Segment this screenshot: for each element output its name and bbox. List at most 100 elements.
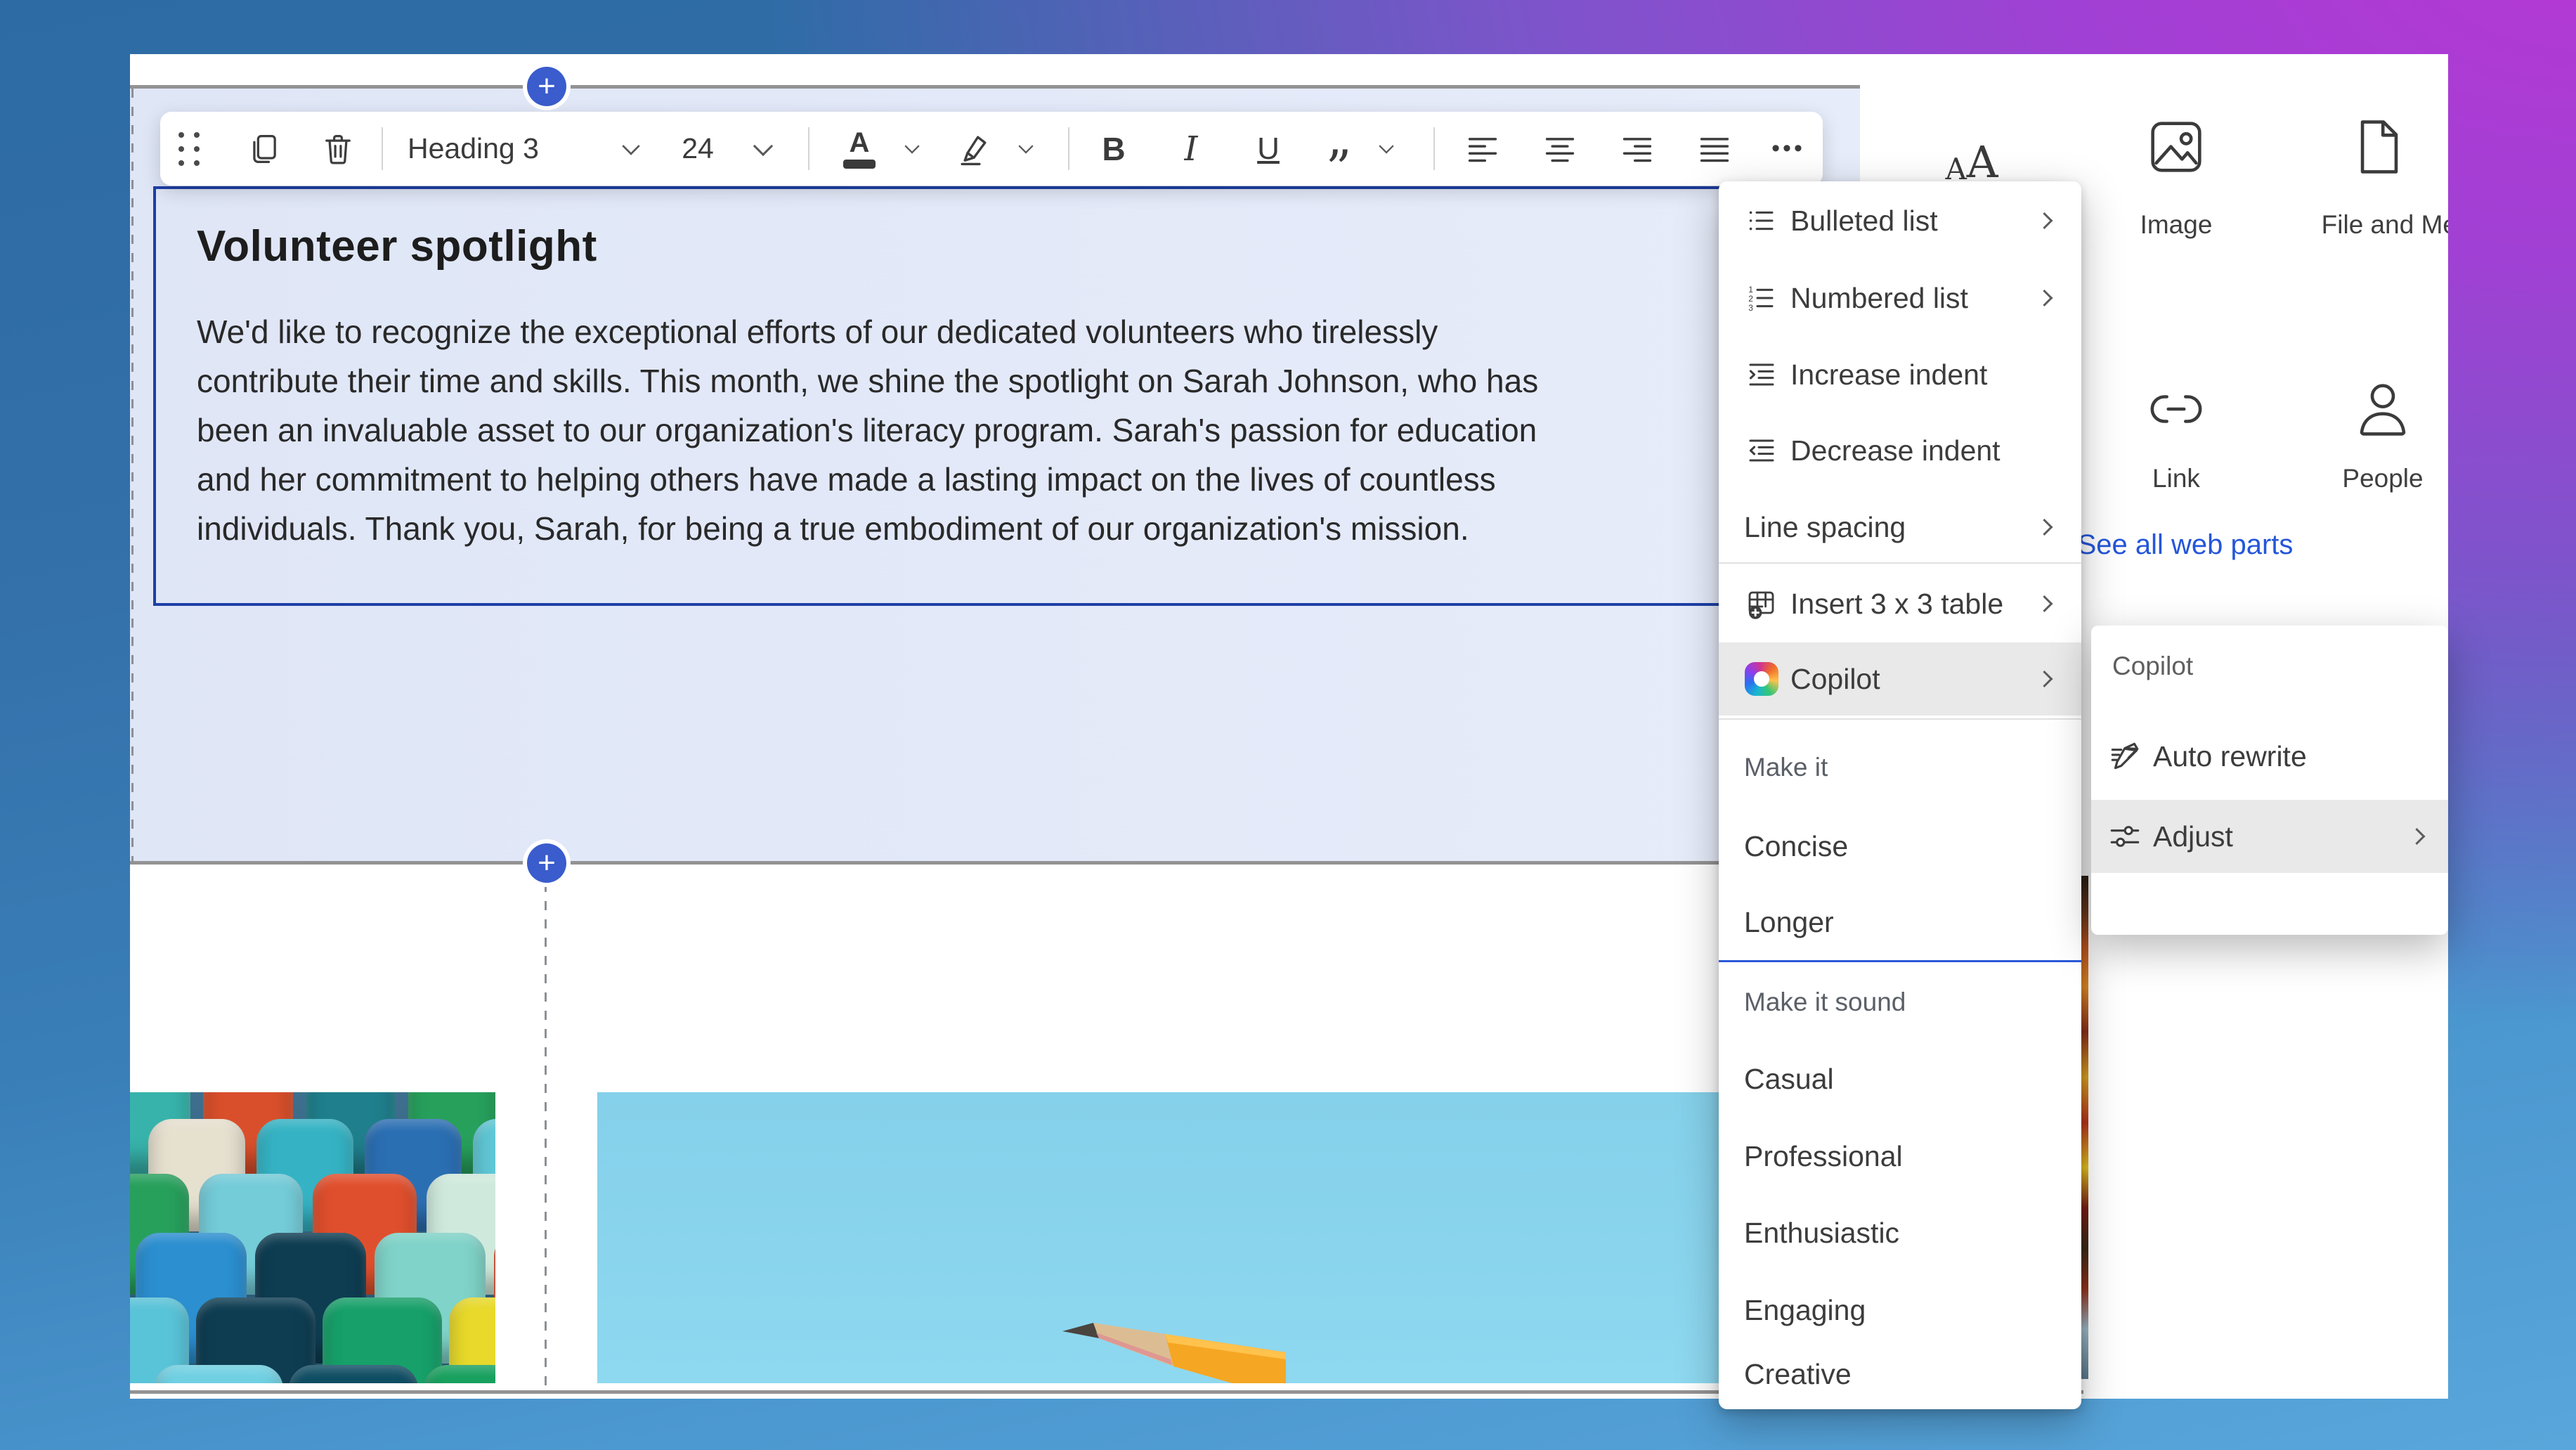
font-size-chevron[interactable] [749, 112, 777, 186]
bold-button[interactable]: B [1089, 112, 1138, 186]
menu-item-enthusiastic[interactable]: Enthusiastic [1719, 1199, 2081, 1267]
blockquote-button[interactable]: ” [1314, 112, 1363, 205]
drag-handle[interactable] [169, 112, 209, 186]
align-left-button[interactable] [1458, 112, 1507, 186]
svg-text:2: 2 [1748, 294, 1753, 304]
submenu-header-copilot: Copilot [2112, 644, 2193, 689]
menu-item-engaging[interactable]: Engaging [1719, 1276, 2081, 1344]
style-dropdown[interactable]: Heading 3 [408, 112, 618, 186]
pencil-illustration [1061, 1316, 1286, 1383]
menu-item-line-spacing[interactable]: Line spacing [1719, 493, 2081, 561]
trash-icon [320, 131, 356, 167]
font-size-value: 24 [682, 132, 714, 165]
chevron-right-icon [2036, 519, 2053, 536]
svg-text:1: 1 [1748, 285, 1753, 294]
menu-item-professional[interactable]: Professional [1719, 1122, 2081, 1190]
article-heading[interactable]: Volunteer spotlight [197, 221, 597, 271]
column-dashed-separator [545, 865, 547, 1390]
submenu-item-adjust[interactable]: Adjust [2091, 800, 2448, 873]
article-body-line: been an invaluable asset to our organiza… [197, 406, 1538, 455]
menu-group-make-it: Make it [1744, 744, 1828, 791]
webpart-file-media[interactable] [2343, 112, 2414, 182]
menu-item-longer[interactable]: Longer [1719, 888, 2081, 956]
font-color-icon: A [843, 129, 876, 169]
menu-item-increase-indent[interactable]: Increase indent [1719, 341, 2081, 408]
style-dropdown-value: Heading 3 [408, 132, 539, 165]
duplicate-button[interactable] [240, 112, 289, 186]
text-webpart-icon-large: A [1967, 141, 1998, 184]
section-divider-top [130, 85, 1860, 89]
menu-divider [1719, 562, 2081, 564]
svg-text:3: 3 [1748, 303, 1753, 313]
more-options-button[interactable]: ••• [1764, 112, 1813, 186]
italic-button[interactable]: I [1166, 112, 1216, 186]
webpart-people-label[interactable]: People [2256, 464, 2448, 493]
people-icon [2348, 374, 2418, 444]
copilot-icon [1744, 662, 1779, 696]
chevron-right-icon [2036, 290, 2053, 306]
chair-shape [289, 1365, 418, 1383]
align-center-icon [1542, 131, 1578, 167]
article-body-line: individuals. Thank you, Sarah, for being… [197, 504, 1538, 553]
article-body[interactable]: We'd like to recognize the exceptional e… [197, 307, 1538, 553]
insert-table-icon [1744, 587, 1779, 621]
highlight-chevron[interactable] [1012, 112, 1040, 186]
menu-item-creative[interactable]: Creative [1719, 1340, 2081, 1408]
chevron-right-icon [2408, 828, 2425, 845]
image-icon [2141, 112, 2211, 182]
submenu-item-auto-rewrite[interactable]: Auto rewrite [2091, 720, 2448, 793]
quote-chevron[interactable] [1372, 112, 1400, 186]
chevron-down-icon [1379, 138, 1393, 153]
menu-item-concise[interactable]: Concise [1719, 813, 2081, 880]
highlight-button[interactable] [946, 112, 1002, 186]
webpart-link[interactable] [2141, 374, 2211, 444]
menu-item-numbered-list[interactable]: 1 2 3 Numbered list [1719, 264, 2081, 332]
font-size-dropdown[interactable]: 24 [666, 112, 729, 186]
bulleted-list-icon [1744, 204, 1779, 238]
auto-rewrite-icon [2107, 739, 2143, 774]
font-color-button[interactable]: A [831, 112, 887, 186]
align-center-button[interactable] [1535, 112, 1585, 186]
image-webpart-pencil[interactable] [597, 1092, 1739, 1383]
font-color-chevron[interactable] [898, 112, 926, 186]
text-webpart-icon: A [1945, 155, 1966, 184]
article-body-line: contribute their time and skills. This m… [197, 356, 1538, 406]
chevron-down-icon [904, 138, 919, 153]
menu-item-decrease-indent[interactable]: Decrease indent [1719, 417, 2081, 484]
webpart-file-media-label[interactable]: File and Media [2259, 210, 2448, 240]
numbered-list-icon: 1 2 3 [1744, 281, 1779, 315]
style-dropdown-chevron[interactable] [617, 112, 645, 186]
toolbar-divider [382, 127, 383, 170]
menu-item-copilot[interactable]: Copilot [1719, 642, 2081, 716]
menu-group-make-it-sound: Make it sound [1744, 978, 1906, 1026]
link-icon [2141, 374, 2211, 444]
chevron-down-icon [622, 137, 639, 155]
copilot-submenu: Copilot Auto rewrite Adjust [2091, 626, 2448, 935]
add-section-button-middle[interactable]: + [527, 843, 566, 883]
toolbar-divider [1068, 127, 1069, 170]
menu-item-bulleted-list[interactable]: Bulleted list [1719, 187, 2081, 254]
decrease-indent-icon [1744, 434, 1779, 467]
section-left-dashed-edge [131, 89, 134, 861]
webpart-text[interactable]: AA [1937, 114, 2007, 184]
toolbar-divider [1433, 127, 1435, 170]
underline-button[interactable]: U [1244, 112, 1293, 186]
image-webpart-chairs[interactable] [130, 1092, 495, 1383]
justify-button[interactable] [1690, 112, 1739, 186]
menu-item-insert-table[interactable]: Insert 3 x 3 table [1719, 570, 2081, 637]
article-body-line: and her commitment to helping others hav… [197, 455, 1538, 504]
plus-icon: + [538, 71, 556, 102]
align-right-button[interactable] [1613, 112, 1662, 186]
webpart-people[interactable] [2348, 374, 2418, 444]
menu-item-casual[interactable]: Casual [1719, 1045, 2081, 1113]
text-webpart-block[interactable]: Volunteer spotlight We'd like to recogni… [153, 186, 1738, 606]
add-section-button-top[interactable]: + [527, 67, 566, 106]
italic-icon: I [1185, 129, 1198, 169]
see-all-web-parts-link[interactable]: See all web parts [2038, 529, 2333, 561]
text-format-toolbar: Heading 3 24 A B I U ” [160, 112, 1823, 186]
webpart-image[interactable] [2141, 112, 2211, 182]
align-left-icon [1464, 131, 1501, 167]
chevron-down-icon [1018, 138, 1033, 153]
delete-button[interactable] [313, 112, 363, 186]
copy-icon [246, 131, 282, 167]
